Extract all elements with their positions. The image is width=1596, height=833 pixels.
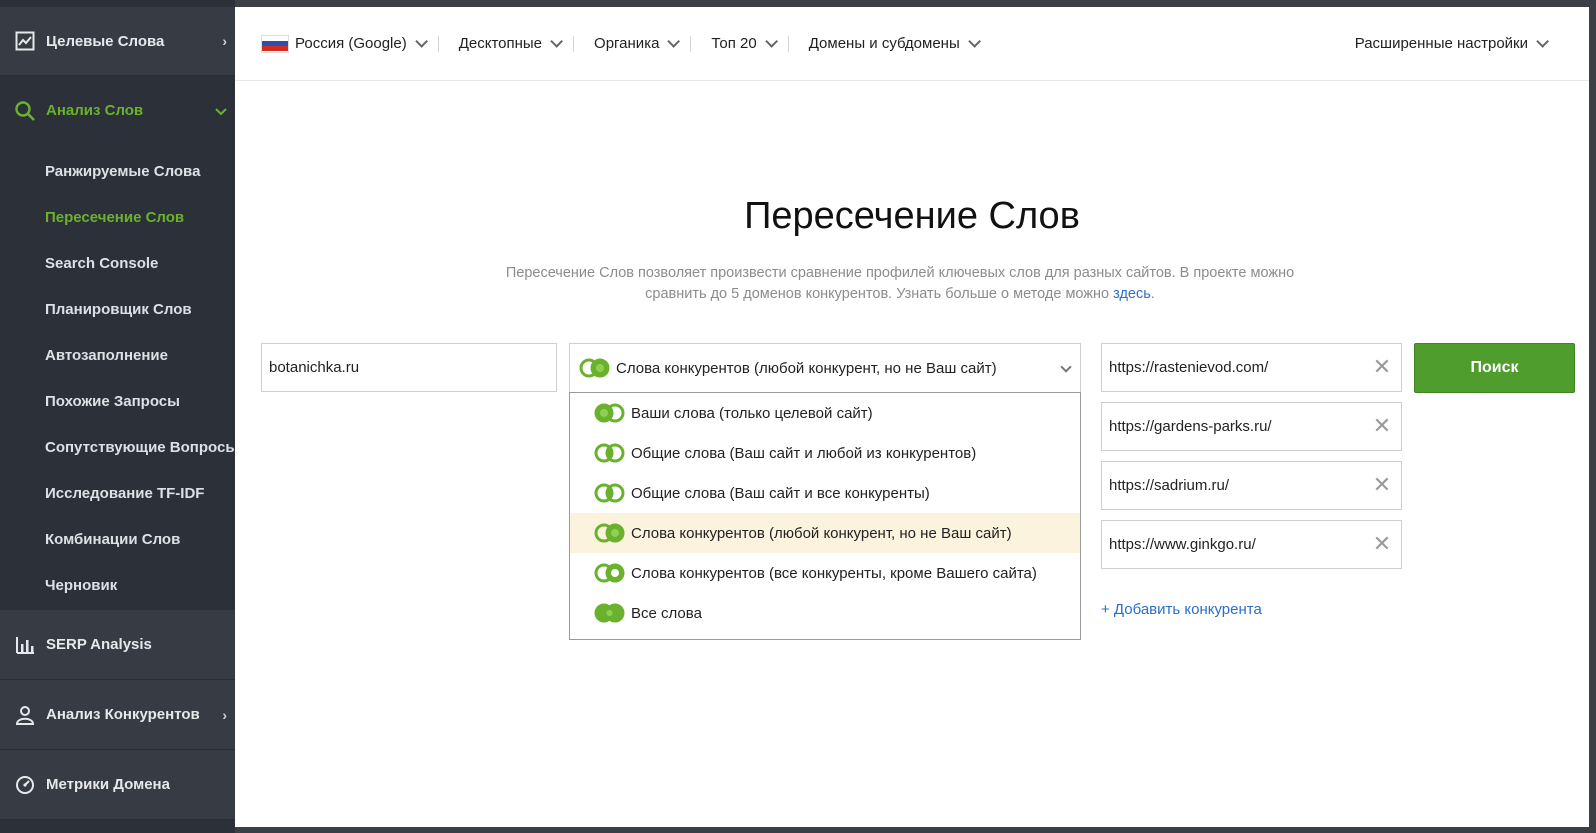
sidebar-section-competitor-analysis[interactable]: Анализ Конкурентов › — [0, 680, 235, 750]
search-type-select[interactable]: Органика — [594, 35, 690, 52]
divider — [787, 35, 789, 52]
option-label: Все слова — [631, 604, 702, 622]
search-button[interactable]: Поиск — [1414, 343, 1575, 393]
option-label: Общие слова (Ваш сайт и все конкуренты) — [631, 484, 930, 502]
bar-chart-icon — [14, 634, 36, 656]
chevron-down-icon — [414, 35, 428, 48]
venn-rings-icon — [579, 358, 610, 378]
device-label: Десктопные — [458, 35, 543, 52]
chevron-right-icon: › — [222, 706, 227, 723]
page-title: Пересечение Слов — [744, 195, 1080, 237]
search-icon — [14, 100, 36, 122]
sidebar-item-search-console[interactable]: Search Console — [0, 240, 235, 286]
divider — [573, 35, 575, 52]
sidebar-section-label: Целевые Слова — [46, 32, 165, 50]
selected-mode-label: Слова конкурентов (любой конкурент, но н… — [616, 359, 997, 377]
description-end: . — [1150, 286, 1155, 302]
search-type-label: Органика — [594, 35, 660, 52]
dropdown-option[interactable]: Ваши слова (только целевой сайт) — [570, 393, 1080, 433]
sidebar-item-autocomplete[interactable]: Автозаполнение — [0, 332, 235, 378]
page-description: Пересечение Слов позволяет произвести ср… — [500, 263, 1300, 305]
top-select[interactable]: Топ 20 — [711, 35, 787, 52]
top-label: Топ 20 — [711, 35, 757, 52]
keyword-mode-select[interactable]: Слова конкурентов (любой конкурент, но н… — [569, 343, 1081, 392]
competitor-url: https://rastenievod.com/ — [1109, 359, 1269, 376]
country-select[interactable]: Россия (Google) — [261, 34, 438, 53]
sidebar-item-ranked-keywords[interactable]: Ранжируемые Слова — [0, 148, 235, 194]
competitor-url: https://www.ginkgo.ru/ — [1109, 536, 1256, 553]
chevron-down-icon — [667, 35, 681, 48]
competitor-input[interactable]: https://www.ginkgo.ru/ ✕ — [1101, 520, 1402, 569]
sidebar-item-draft[interactable]: Черновик — [0, 562, 235, 608]
russia-flag-icon — [261, 34, 289, 53]
sidebar-item-similar-queries[interactable]: Похожие Запросы — [0, 378, 235, 424]
divider — [437, 35, 439, 52]
user-icon — [14, 704, 36, 726]
country-label: Россия (Google) — [295, 35, 407, 52]
competitor-url: https://gardens-parks.ru/ — [1109, 418, 1272, 435]
competitor-input[interactable]: https://gardens-parks.ru/ ✕ — [1101, 402, 1402, 451]
sidebar-submenu: Ранжируемые Слова Пересечение Слов Searc… — [0, 146, 235, 610]
sidebar-section-serp-analysis[interactable]: SERP Analysis — [0, 610, 235, 680]
close-icon[interactable]: ✕ — [1371, 413, 1393, 438]
sidebar-section-target-keywords[interactable]: Целевые Слова › — [0, 7, 235, 76]
sidebar-section-label: Метрики Домена — [46, 776, 170, 793]
sidebar-item-tf-idf[interactable]: Исследование TF-IDF — [0, 470, 235, 516]
dropdown-option[interactable]: Все слова — [570, 593, 1080, 633]
chevron-down-icon — [1536, 35, 1549, 48]
sidebar-section-label: Анализ Конкурентов — [46, 706, 200, 723]
close-icon[interactable]: ✕ — [1371, 531, 1393, 556]
learn-more-link[interactable]: здесь — [1113, 286, 1151, 302]
competitor-input[interactable]: https://sadrium.ru/ ✕ — [1101, 461, 1402, 510]
sidebar-section-label: Анализ Слов — [46, 102, 144, 119]
target-domain-value: botanichka.ru — [269, 359, 360, 376]
option-label: Ваши слова (только целевой сайт) — [631, 404, 873, 422]
close-icon[interactable]: ✕ — [1371, 354, 1393, 379]
dropdown-option[interactable]: Общие слова (Ваш сайт и все конкуренты) — [570, 473, 1080, 513]
sidebar-item-keyword-planner[interactable]: Планировщик Слов — [0, 286, 235, 332]
venn-rings-icon — [594, 603, 625, 623]
venn-rings-icon — [594, 403, 625, 423]
close-icon[interactable]: ✕ — [1371, 472, 1393, 497]
main-panel: Россия (Google) Десктопные Органика Топ … — [235, 7, 1589, 827]
sidebar-section-keyword-analysis[interactable]: Анализ Слов — [0, 76, 235, 146]
keyword-mode-dropdown: Ваши слова (только целевой сайт) Общие с… — [569, 392, 1081, 640]
chevron-down-icon — [550, 35, 564, 48]
venn-rings-icon — [594, 483, 625, 503]
chevron-down-icon — [1060, 361, 1072, 373]
advanced-settings-label: Расширенные настройки — [1354, 35, 1528, 52]
chevron-down-icon — [764, 35, 778, 48]
description-text: Пересечение Слов позволяет произвести ср… — [505, 265, 1295, 302]
advanced-settings-button[interactable]: Расширенные настройки — [1355, 35, 1559, 52]
competitor-input[interactable]: https://rastenievod.com/ ✕ — [1101, 343, 1402, 392]
sidebar-section-label: SERP Analysis — [46, 636, 152, 653]
filter-bar: Россия (Google) Десктопные Органика Топ … — [235, 7, 1589, 81]
gauge-icon — [14, 774, 36, 796]
venn-rings-icon — [594, 443, 625, 463]
domains-label: Домены и субдомены — [808, 35, 960, 52]
option-label: Слова конкурентов (все конкуренты, кроме… — [631, 564, 1037, 582]
sidebar-item-related-questions[interactable]: Сопутствующие Вопросы — [0, 424, 235, 470]
venn-rings-icon — [594, 563, 625, 583]
sidebar-item-keyword-combinations[interactable]: Комбинации Слов — [0, 516, 235, 562]
option-label: Общие слова (Ваш сайт и любой из конкуре… — [631, 444, 977, 462]
trend-chart-icon — [14, 30, 36, 52]
divider — [690, 35, 692, 52]
dropdown-option[interactable]: Общие слова (Ваш сайт и любой из конкуре… — [570, 433, 1080, 473]
dropdown-option[interactable]: Слова конкурентов (все конкуренты, кроме… — [570, 553, 1080, 593]
chevron-down-icon — [968, 35, 981, 48]
domains-select[interactable]: Домены и субдомены — [809, 35, 991, 52]
chevron-right-icon: › — [222, 33, 227, 49]
venn-rings-icon — [594, 523, 625, 543]
chevron-down-icon — [215, 103, 227, 119]
add-competitor-link[interactable]: + Добавить конкурента — [1101, 601, 1262, 618]
target-domain-input[interactable]: botanichka.ru — [261, 343, 557, 392]
competitor-url: https://sadrium.ru/ — [1109, 477, 1230, 494]
sidebar-item-keyword-gap[interactable]: Пересечение Слов — [0, 194, 235, 240]
device-select[interactable]: Десктопные — [459, 35, 573, 52]
option-label: Слова конкурентов (любой конкурент, но н… — [631, 524, 1012, 542]
sidebar: Целевые Слова › Анализ Слов Ранжируемые … — [0, 0, 235, 833]
sidebar-section-domain-metrics[interactable]: Метрики Домена — [0, 750, 235, 820]
dropdown-option-highlighted[interactable]: Слова конкурентов (любой конкурент, но н… — [570, 513, 1080, 553]
